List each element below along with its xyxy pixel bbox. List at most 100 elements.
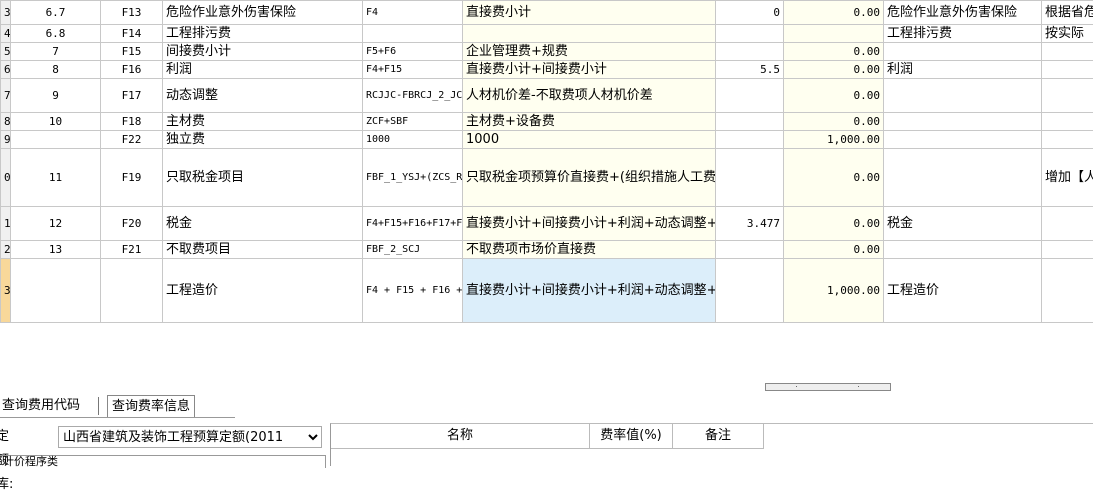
fee-type-cell[interactable]	[884, 131, 1042, 149]
fee-code-cell[interactable]: F13	[101, 1, 163, 25]
table-row[interactable]: 112F20税金F4+F15+F16+F17+F18+F19直接费小计+间接费小…	[1, 207, 1093, 241]
table-row[interactable]: 810F18主材费ZCF+SBF主材费+设备费0.00	[1, 113, 1093, 131]
fee-code-cell[interactable]: F19	[101, 149, 163, 207]
fee-type-cell[interactable]: 工程排污费	[884, 25, 1042, 43]
note-cell[interactable]	[1042, 113, 1093, 131]
calc-expr-cell[interactable]	[363, 25, 463, 43]
horizontal-scrollbar[interactable]	[765, 383, 891, 391]
fee-name-cell[interactable]: 不取费项目	[163, 241, 363, 259]
fee-code-cell[interactable]: F14	[101, 25, 163, 43]
rate-cell[interactable]	[716, 241, 784, 259]
note-cell[interactable]	[1042, 79, 1093, 113]
rate-cell[interactable]	[716, 149, 784, 207]
amount-cell[interactable]: 0.00	[784, 79, 884, 113]
rate-cell[interactable]	[716, 259, 784, 323]
rate-cell[interactable]	[716, 79, 784, 113]
calc-expr-cell[interactable]: F5+F6	[363, 43, 463, 61]
fee-name-cell[interactable]: 工程排污费	[163, 25, 363, 43]
calc-base-cell[interactable]: 直接费小计+间接费小计+利润+动态调整+主材费+只取税金项目+税金+不取费项目+…	[463, 259, 716, 323]
seq-cell[interactable]: 8	[11, 61, 101, 79]
row-number-cell[interactable]: 8	[1, 113, 11, 131]
fee-code-cell[interactable]: F20	[101, 207, 163, 241]
seq-cell[interactable]	[11, 259, 101, 323]
fee-type-cell[interactable]	[884, 241, 1042, 259]
calc-base-cell[interactable]: 企业管理费+规费	[463, 43, 716, 61]
fee-type-cell[interactable]	[884, 79, 1042, 113]
table-row[interactable]: 9F22独立费100010001,000.00	[1, 131, 1093, 149]
fee-code-cell[interactable]: F16	[101, 61, 163, 79]
fee-name-cell[interactable]: 只取税金项目	[163, 149, 363, 207]
rate-cell[interactable]	[716, 131, 784, 149]
tab-query-fee-code[interactable]: 查询费用代码	[0, 395, 84, 417]
calc-expr-cell[interactable]: ZCF+SBF	[363, 113, 463, 131]
fee-code-cell[interactable]: F21	[101, 241, 163, 259]
fee-name-cell[interactable]: 主材费	[163, 113, 363, 131]
rate-cell[interactable]: 0	[716, 1, 784, 25]
fee-type-cell[interactable]: 税金	[884, 207, 1042, 241]
note-cell[interactable]: 根据省危险作	[1042, 1, 1093, 25]
row-number-cell[interactable]: 2	[1, 241, 11, 259]
calc-base-cell[interactable]: 1000	[463, 131, 716, 149]
rate-cell[interactable]: 5.5	[716, 61, 784, 79]
fee-name-cell[interactable]: 独立费	[163, 131, 363, 149]
fee-type-cell[interactable]: 危险作业意外伤害保险	[884, 1, 1042, 25]
calc-base-cell[interactable]: 直接费小计+间接费小计	[463, 61, 716, 79]
calc-expr-cell[interactable]: FBF_2_SCJ	[363, 241, 463, 259]
note-cell[interactable]	[1042, 61, 1093, 79]
fee-type-cell[interactable]	[884, 113, 1042, 131]
fee-code-cell[interactable]: F18	[101, 113, 163, 131]
amount-cell[interactable]: 1,000.00	[784, 131, 884, 149]
calc-expr-cell[interactable]: F4+F15	[363, 61, 463, 79]
seq-cell[interactable]: 12	[11, 207, 101, 241]
calc-expr-cell[interactable]: F4+F15+F16+F17+F18+F19	[363, 207, 463, 241]
fee-type-cell[interactable]: 利润	[884, 61, 1042, 79]
category-tree[interactable]: 计价程序类	[0, 455, 326, 468]
calc-expr-cell[interactable]: FBF_1_YSJ+(ZCS_RGF+JXJSRGF)*0.3509+JXDF*…	[363, 149, 463, 207]
calc-base-cell[interactable]: 主材费+设备费	[463, 113, 716, 131]
fee-name-cell[interactable]: 间接费小计	[163, 43, 363, 61]
calc-base-cell[interactable]: 人材机价差-不取费项人材机价差	[463, 79, 716, 113]
row-number-cell[interactable]: 3	[1, 1, 11, 25]
table-row[interactable]: 79F17动态调整RCJJC-FBRCJ_2_JC人材机价差-不取费项人材机价差…	[1, 79, 1093, 113]
amount-cell[interactable]: 0.00	[784, 1, 884, 25]
table-row[interactable]: 57F15间接费小计F5+F6企业管理费+规费0.00	[1, 43, 1093, 61]
note-cell[interactable]: 增加【人工费	[1042, 149, 1093, 207]
note-cell[interactable]	[1042, 131, 1093, 149]
library-select[interactable]: 山西省建筑及装饰工程预算定额(2011	[58, 426, 322, 448]
fee-name-cell[interactable]: 动态调整	[163, 79, 363, 113]
fee-name-cell[interactable]: 危险作业意外伤害保险	[163, 1, 363, 25]
seq-cell[interactable]: 7	[11, 43, 101, 61]
amount-cell[interactable]: 1,000.00	[784, 259, 884, 323]
row-number-cell[interactable]: 6	[1, 61, 11, 79]
calc-expr-cell[interactable]: F4	[363, 1, 463, 25]
fee-type-cell[interactable]: 工程造价	[884, 259, 1042, 323]
amount-cell[interactable]: 0.00	[784, 149, 884, 207]
amount-cell[interactable]: 0.00	[784, 61, 884, 79]
calc-base-cell[interactable]: 不取费项市场价直接费	[463, 241, 716, 259]
row-number-cell[interactable]: 0	[1, 149, 11, 207]
seq-cell[interactable]: 11	[11, 149, 101, 207]
calc-expr-cell[interactable]: 1000	[363, 131, 463, 149]
calc-expr-cell[interactable]: RCJJC-FBRCJ_2_JC	[363, 79, 463, 113]
calc-base-cell[interactable]: 只取税金项预算价直接费+(组织措施人工费+降效机上人工费)*0.3509+降效电…	[463, 149, 716, 207]
table-row[interactable]: 213F21不取费项目FBF_2_SCJ不取费项市场价直接费0.00	[1, 241, 1093, 259]
table-row[interactable]: 36.7F13危险作业意外伤害保险F4直接费小计00.00危险作业意外伤害保险根…	[1, 1, 1093, 25]
table-row[interactable]: 3工程造价F4 + F15 + F16 + F17 + F18 +F19+ F2…	[1, 259, 1093, 323]
note-cell[interactable]	[1042, 241, 1093, 259]
fee-name-cell[interactable]: 工程造价	[163, 259, 363, 323]
rate-cell[interactable]	[716, 113, 784, 131]
calc-base-cell[interactable]	[463, 25, 716, 43]
calc-base-cell[interactable]: 直接费小计+间接费小计+利润+动态调整+主材费+只取税金项目	[463, 207, 716, 241]
note-cell[interactable]	[1042, 43, 1093, 61]
row-number-cell[interactable]: 9	[1, 131, 11, 149]
table-row[interactable]: 011F19只取税金项目FBF_1_YSJ+(ZCS_RGF+JXJSRGF)*…	[1, 149, 1093, 207]
note-cell[interactable]	[1042, 259, 1093, 323]
seq-cell[interactable]	[11, 131, 101, 149]
fee-type-cell[interactable]	[884, 149, 1042, 207]
fee-name-cell[interactable]: 税金	[163, 207, 363, 241]
row-number-cell[interactable]: 4	[1, 25, 11, 43]
row-number-cell[interactable]: 1	[1, 207, 11, 241]
calc-expr-cell[interactable]: F4 + F15 + F16 + F17 + F18 +F19+ F20 +F2…	[363, 259, 463, 323]
amount-cell[interactable]	[784, 25, 884, 43]
fee-code-cell[interactable]: F17	[101, 79, 163, 113]
